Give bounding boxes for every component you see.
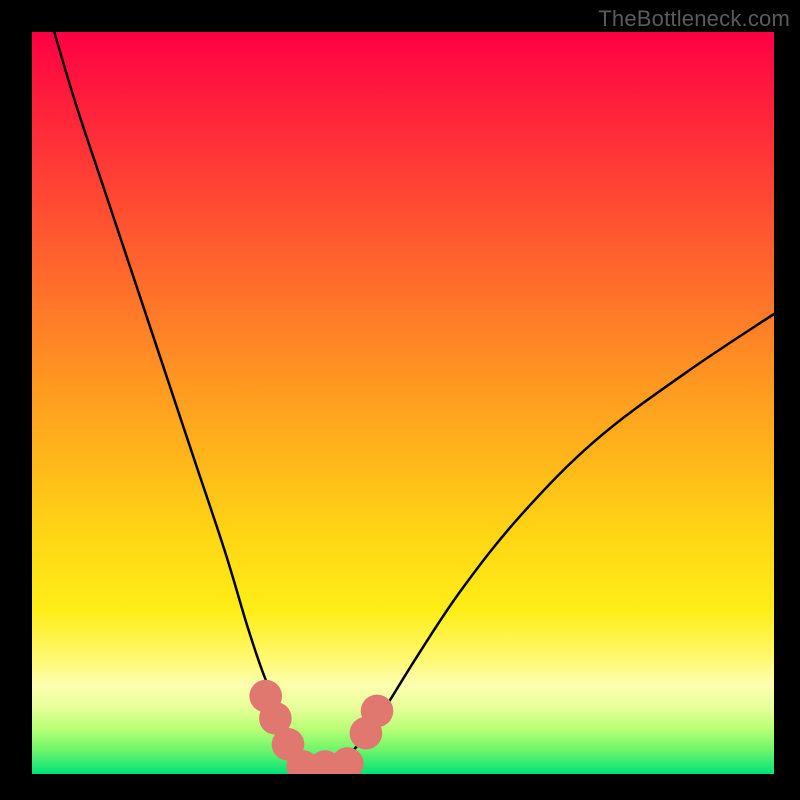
watermark-text: TheBottleneck.com [598,6,790,32]
gradient-background [32,32,774,774]
chart-stage: TheBottleneck.com [0,0,800,800]
